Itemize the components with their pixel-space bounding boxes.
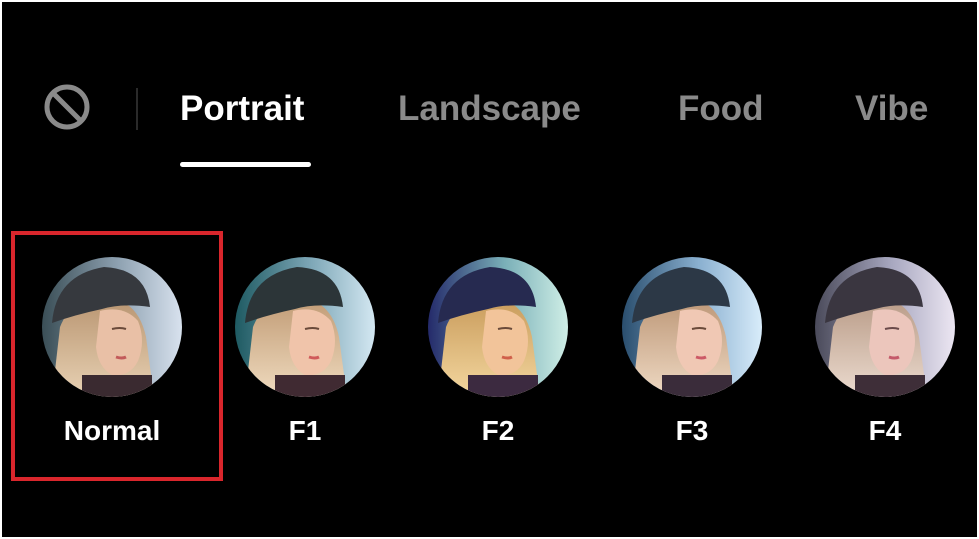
filter-label-f1: F1 (288, 415, 322, 446)
tab-landscape[interactable]: Landscape (398, 86, 581, 132)
filter-preview-f4 (815, 257, 955, 397)
filter-preview-f3 (622, 257, 762, 397)
filter-item-normal[interactable]: Normal (37, 257, 187, 457)
filter-preview-normal (42, 257, 182, 397)
filter-preview-f2 (428, 257, 568, 397)
active-tab-indicator (180, 162, 311, 167)
tab-food[interactable]: Food (678, 86, 764, 132)
portrait-preview-image (815, 257, 955, 397)
filter-item-f1[interactable]: F1 (230, 257, 380, 457)
filter-label-f4: F4 (868, 415, 902, 446)
portrait-preview-image (622, 257, 762, 397)
tab-vibe[interactable]: Vibe (855, 86, 928, 132)
no-filter-icon (42, 82, 92, 137)
filter-preview-f1 (235, 257, 375, 397)
filter-label-f3: F3 (675, 415, 709, 446)
filter-item-f4[interactable]: F4 (810, 257, 960, 457)
portrait-preview-image (428, 257, 568, 397)
tab-portrait[interactable]: Portrait (180, 86, 304, 132)
filter-label-normal: Normal (63, 415, 161, 446)
filter-panel: Portrait Landscape Food Vibe Normal F1 F… (2, 2, 977, 537)
portrait-preview-image (42, 257, 182, 397)
filter-item-f2[interactable]: F2 (423, 257, 573, 457)
filter-item-f3[interactable]: F3 (617, 257, 767, 457)
portrait-preview-image (235, 257, 375, 397)
filter-label-f2: F2 (481, 415, 515, 446)
tab-divider (136, 88, 138, 130)
no-filter-button[interactable] (40, 82, 94, 136)
